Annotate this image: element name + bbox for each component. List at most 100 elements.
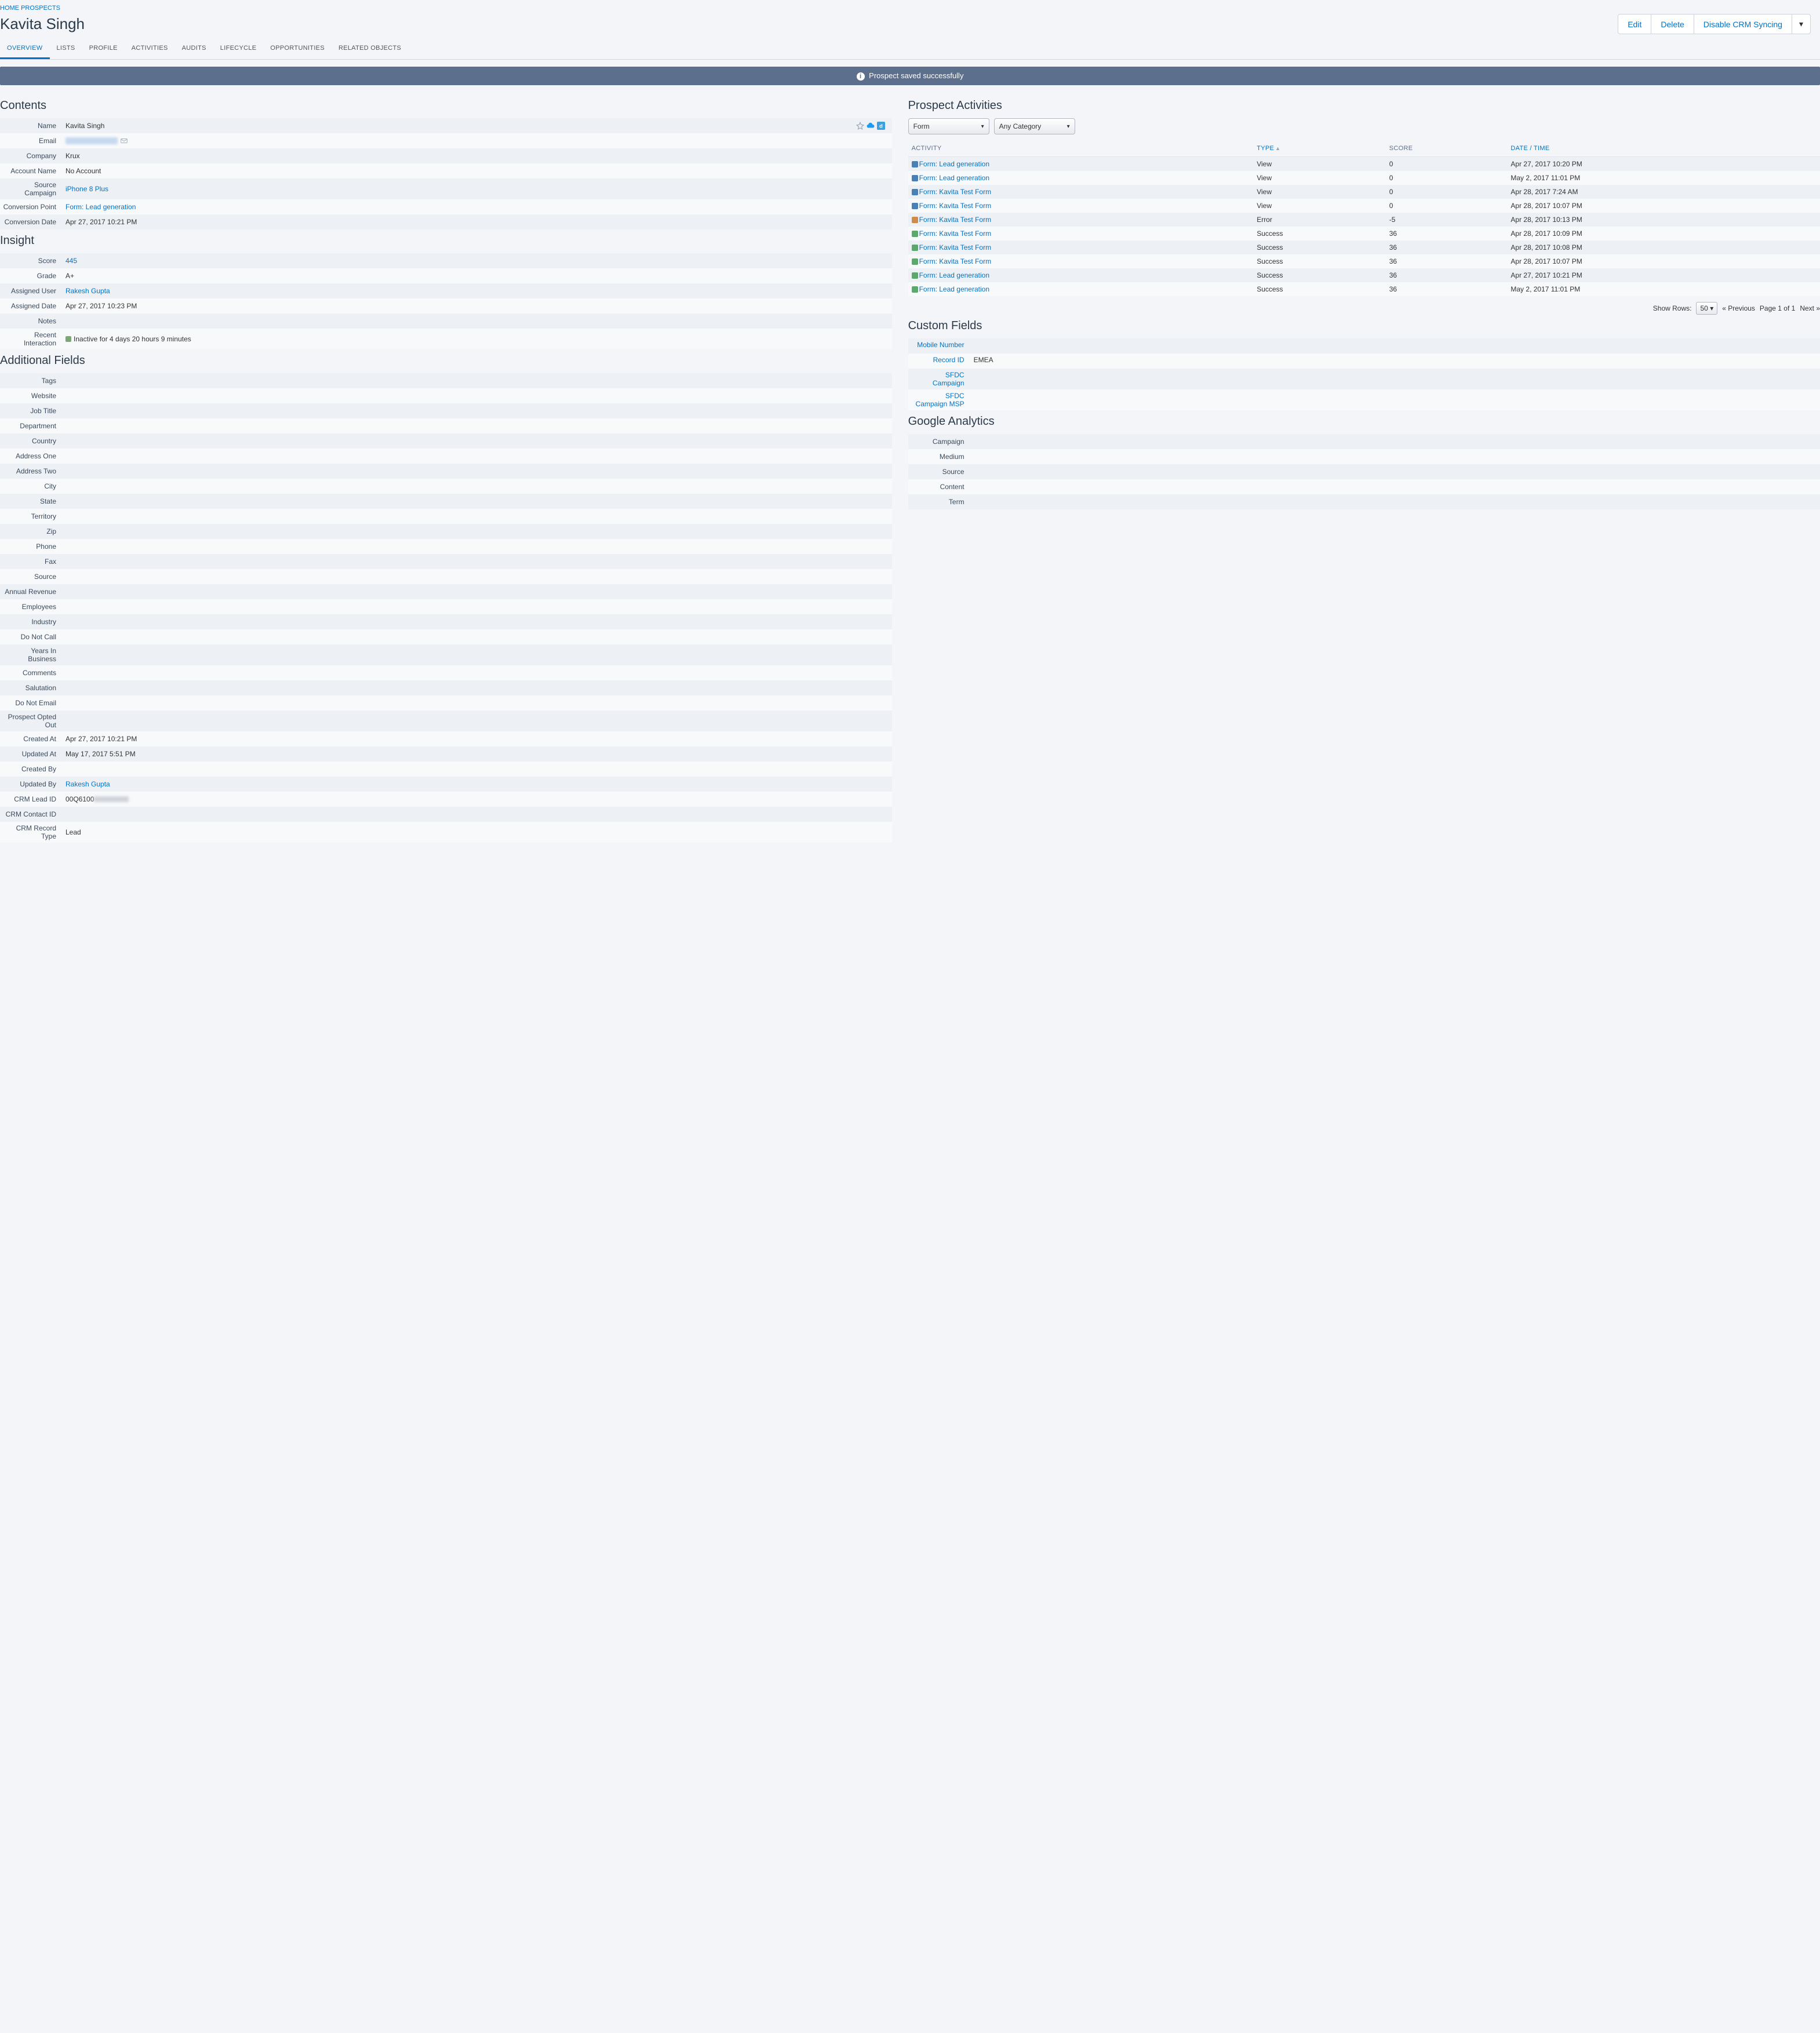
pagination: Show Rows: 50 ▾ « Previous Page 1 of 1 N…: [908, 302, 1820, 315]
source-campaign-link[interactable]: iPhone 8 Plus: [65, 185, 108, 193]
tab-lists[interactable]: LISTS: [50, 39, 82, 59]
prev-page-link[interactable]: « Previous: [1722, 304, 1755, 312]
banner-text: Prospect saved successfully: [869, 71, 963, 80]
custom-field-label-link[interactable]: Record ID: [933, 356, 964, 364]
activity-row: Form: Kavita Test FormSuccess36Apr 28, 2…: [908, 227, 1820, 241]
activity-link[interactable]: Form: Lead generation: [919, 160, 989, 168]
field-value: [61, 620, 892, 624]
activity-date: Apr 28, 2017 10:07 PM: [1507, 254, 1820, 268]
show-rows-label: Show Rows:: [1653, 304, 1692, 312]
activity-link[interactable]: Form: Kavita Test Form: [919, 188, 991, 196]
edit-button[interactable]: Edit: [1618, 14, 1651, 34]
conversion-point-link[interactable]: Form: Lead generation: [65, 203, 136, 211]
field-label: Created By: [0, 763, 61, 775]
more-actions-dropdown[interactable]: ▾: [1792, 14, 1811, 34]
activity-score: 0: [1386, 157, 1508, 172]
activity-link[interactable]: Form: Kavita Test Form: [919, 202, 991, 210]
field-value: [61, 653, 892, 657]
breadcrumb-home[interactable]: HOME: [0, 5, 19, 12]
custom-field-label-link[interactable]: SFDC Campaign: [933, 371, 964, 387]
custom-field-label-link[interactable]: Mobile Number: [917, 341, 964, 349]
tab-profile[interactable]: PROFILE: [82, 39, 125, 59]
activity-type-selected: Form: [913, 122, 930, 130]
ga-label: Term: [908, 496, 969, 508]
redacted-text: [94, 796, 129, 802]
tab-lifecycle[interactable]: LIFECYCLE: [213, 39, 264, 59]
activity-link[interactable]: Form: Lead generation: [919, 271, 989, 279]
field-value: [61, 589, 892, 594]
activity-link[interactable]: Form: Kavita Test Form: [919, 216, 991, 224]
activities-section-title: Prospect Activities: [908, 99, 1820, 112]
additional-row: Do Not Call: [0, 629, 892, 644]
field-link[interactable]: Rakesh Gupta: [65, 780, 110, 788]
insight-section-title: Insight: [0, 234, 892, 247]
additional-row: Industry: [0, 614, 892, 629]
next-page-link[interactable]: Next »: [1800, 304, 1820, 312]
field-value: [61, 671, 892, 675]
tab-related-objects[interactable]: RELATED OBJECTS: [332, 39, 408, 59]
info-icon: i: [857, 72, 865, 81]
account-name-label: Account Name: [0, 165, 61, 177]
caret-down-icon: ▾: [1799, 19, 1803, 28]
activity-score: 0: [1386, 199, 1508, 213]
cloud-icon[interactable]: [867, 122, 875, 130]
additional-row: Zip: [0, 524, 892, 539]
tab-audits[interactable]: AUDITS: [175, 39, 213, 59]
activity-category-select[interactable]: Any Category ▾: [994, 118, 1075, 134]
activity-link[interactable]: Form: Kavita Test Form: [919, 257, 991, 265]
caret-icon: ▾: [981, 123, 984, 130]
tab-opportunities[interactable]: OPPORTUNITIES: [263, 39, 332, 59]
activity-score: -5: [1386, 213, 1508, 227]
field-label: Years In Business: [0, 644, 61, 665]
activity-status-icon: [912, 203, 918, 209]
activity-row: Form: Lead generationSuccess36Apr 27, 20…: [908, 268, 1820, 282]
activity-link[interactable]: Form: Kavita Test Form: [919, 229, 991, 238]
activity-row: Form: Kavita Test FormView0Apr 28, 2017 …: [908, 199, 1820, 213]
custom-field-value: [969, 369, 1820, 389]
field-value: [61, 604, 892, 609]
envelope-icon[interactable]: [120, 137, 128, 145]
assigned-date-value: Apr 27, 2017 10:23 PM: [65, 302, 137, 310]
field-value: [61, 812, 892, 817]
activity-type: Success: [1253, 227, 1386, 241]
field-value: [61, 529, 892, 534]
disable-crm-syncing-button[interactable]: Disable CRM Syncing: [1694, 14, 1792, 34]
success-banner: i Prospect saved successfully: [0, 67, 1820, 85]
source-campaign-label: Source Campaign: [0, 178, 61, 199]
field-value: [61, 378, 892, 383]
col-date[interactable]: DATE / TIME: [1507, 140, 1820, 157]
d-icon[interactable]: d: [877, 122, 885, 130]
custom-field-label-link[interactable]: SFDC Campaign MSP: [916, 392, 964, 408]
field-label: Source: [0, 570, 61, 583]
activity-link[interactable]: Form: Lead generation: [919, 174, 989, 182]
field-label: Fax: [0, 555, 61, 568]
activity-status-icon: [912, 161, 918, 167]
col-type[interactable]: TYPE▲: [1253, 140, 1386, 157]
activity-score: 36: [1386, 268, 1508, 282]
activity-link[interactable]: Form: Lead generation: [919, 285, 989, 293]
ga-value: [969, 500, 1820, 504]
activity-type-select[interactable]: Form ▾: [908, 118, 989, 134]
activity-row: Form: Kavita Test FormSuccess36Apr 28, 2…: [908, 241, 1820, 254]
breadcrumb-prospects[interactable]: PROSPECTS: [21, 5, 60, 12]
additional-row: Job Title: [0, 403, 892, 418]
delete-button[interactable]: Delete: [1651, 14, 1694, 34]
tab-overview[interactable]: OVERVIEW: [0, 39, 50, 59]
assigned-user-label: Assigned User: [0, 285, 61, 297]
star-icon[interactable]: [856, 122, 864, 130]
score-value[interactable]: 445: [65, 257, 77, 265]
additional-row: Created By: [0, 762, 892, 777]
activity-link[interactable]: Form: Kavita Test Form: [919, 243, 991, 252]
field-value: [61, 439, 892, 443]
custom-field-value: [969, 338, 1820, 354]
recent-interaction-value: Inactive for 4 days 20 hours 9 minutes: [74, 335, 191, 343]
tab-activities[interactable]: ACTIVITIES: [125, 39, 175, 59]
custom-field-row: SFDC Campaign: [908, 369, 1820, 389]
additional-row: CRM Lead ID00Q6100: [0, 792, 892, 807]
ga-section-title: Google Analytics: [908, 415, 1820, 428]
field-value: 00Q6100: [61, 793, 892, 806]
sort-arrow-icon: ▲: [1275, 145, 1280, 151]
assigned-user-link[interactable]: Rakesh Gupta: [65, 287, 110, 295]
conversion-date-value: Apr 27, 2017 10:21 PM: [65, 218, 137, 226]
rows-per-page-select[interactable]: 50 ▾: [1696, 302, 1717, 315]
